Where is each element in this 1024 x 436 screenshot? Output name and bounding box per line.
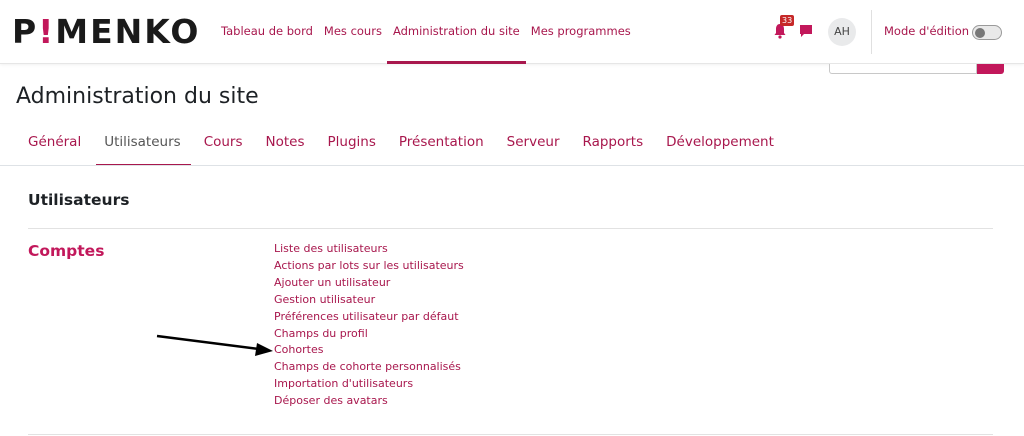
top-navbar: P!MENKO Tableau de bord Mes cours Admini… — [0, 0, 1024, 64]
primary-navigation: Tableau de bord Mes cours Administration… — [221, 0, 642, 64]
link-profile-fields[interactable]: Champs du profil — [274, 326, 464, 343]
accounts-link-list: Liste des utilisateurs Actions par lots … — [274, 241, 464, 410]
category-accounts[interactable]: Comptes — [28, 242, 104, 260]
toggle-knob — [975, 27, 985, 38]
link-user-list[interactable]: Liste des utilisateurs — [274, 241, 464, 258]
navbar-divider — [871, 10, 872, 54]
link-user-management[interactable]: Gestion utilisateur — [274, 292, 464, 309]
link-upload-avatars[interactable]: Déposer des avatars — [274, 393, 464, 410]
link-custom-cohort-fields[interactable]: Champs de cohorte personnalisés — [274, 359, 464, 376]
admin-tabs: Général Utilisateurs Cours Notes Plugins… — [28, 128, 797, 166]
link-add-user[interactable]: Ajouter un utilisateur — [274, 275, 464, 292]
search-button[interactable] — [977, 64, 1004, 74]
link-cohorts[interactable]: Cohortes — [274, 342, 464, 359]
logo-text-1: P — [12, 12, 39, 51]
tab-general[interactable]: Général — [28, 128, 81, 166]
page-title: Administration du site — [16, 84, 259, 109]
logo-text-2: MENKO — [55, 12, 201, 51]
nav-my-programs[interactable]: Mes programmes — [531, 0, 631, 64]
tabs-divider — [0, 165, 1024, 166]
nav-site-administration[interactable]: Administration du site — [386, 0, 526, 64]
section-bottom-divider — [28, 434, 993, 435]
tab-reports[interactable]: Rapports — [583, 128, 644, 166]
tab-development[interactable]: Développement — [666, 128, 774, 166]
chat-icon[interactable] — [799, 24, 813, 38]
edit-mode-toggle[interactable] — [972, 25, 1002, 40]
tab-users[interactable]: Utilisateurs — [96, 128, 192, 166]
section-title: Utilisateurs — [28, 191, 130, 209]
notification-count-badge: 33 — [780, 15, 795, 26]
tab-grades[interactable]: Notes — [266, 128, 305, 166]
logo-exclamation: ! — [38, 12, 56, 51]
search-input[interactable] — [829, 64, 977, 74]
link-bulk-user-actions[interactable]: Actions par lots sur les utilisateurs — [274, 258, 464, 275]
link-default-user-preferences[interactable]: Préférences utilisateur par défaut — [274, 309, 464, 326]
nav-dashboard[interactable]: Tableau de bord — [221, 0, 313, 64]
user-avatar[interactable]: AH — [828, 18, 856, 46]
tab-plugins[interactable]: Plugins — [328, 128, 376, 166]
link-upload-users[interactable]: Importation d'utilisateurs — [274, 376, 464, 393]
section-divider — [28, 228, 993, 229]
site-logo[interactable]: P!MENKO — [12, 12, 200, 52]
nav-my-courses[interactable]: Mes cours — [324, 0, 382, 64]
arrow-annotation — [156, 334, 273, 356]
tab-appearance[interactable]: Présentation — [399, 128, 484, 166]
tab-server[interactable]: Serveur — [507, 128, 560, 166]
edit-mode-label: Mode d'édition — [884, 24, 970, 38]
tab-courses[interactable]: Cours — [204, 128, 243, 166]
